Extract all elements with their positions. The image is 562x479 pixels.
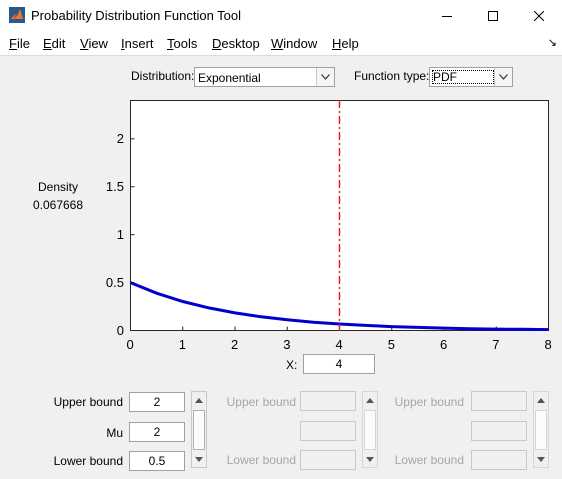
col1-upper-bound-input[interactable]: 2 (129, 392, 185, 412)
col3-slider (533, 391, 549, 468)
y-tick-label: 2 (116, 130, 124, 146)
y-tick-label: 1.5 (105, 178, 124, 194)
x-tick-label: 1 (178, 337, 186, 352)
x-label: X: (286, 358, 298, 372)
menu-file[interactable]: File (9, 36, 30, 51)
menu-edit[interactable]: Edit (43, 36, 65, 51)
maximize-icon (488, 10, 498, 21)
col1-lower-bound-label: Lower bound (53, 454, 123, 468)
col2-lower-bound-input (300, 450, 356, 470)
function-type-label: Function type: (354, 69, 430, 83)
col3-upper-bound-label: Upper bound (394, 395, 464, 409)
x-tick-label: 0 (126, 337, 134, 352)
menu-window[interactable]: Window (271, 36, 317, 51)
distribution-select[interactable]: Exponential (194, 67, 335, 87)
x-tick-label: 2 (231, 337, 239, 352)
window-title: Probability Distribution Function Tool (31, 8, 242, 23)
x-tick-label: 5 (387, 337, 395, 352)
slider-thumb (364, 410, 376, 450)
y-tick-label: 1 (116, 226, 124, 242)
distribution-value: Exponential (198, 71, 261, 85)
col3-upper-bound-input (471, 391, 527, 411)
col2-upper-bound-input (300, 391, 356, 411)
x-tick-label: 8 (544, 337, 552, 352)
dock-arrow-icon[interactable]: ↘ (548, 36, 557, 49)
function-type-select[interactable]: PDF (429, 67, 513, 87)
matlab-icon (9, 7, 25, 23)
menu-help[interactable]: Help (332, 36, 359, 51)
minimize-icon (442, 15, 452, 17)
y-tick-label: 0 (116, 322, 124, 338)
x-tick-label: 3 (283, 337, 291, 352)
slider-down-arrow-icon (534, 451, 548, 467)
slider-up-arrow-icon (534, 392, 548, 408)
col1-upper-bound-label: Upper bound (53, 395, 123, 409)
menu-view[interactable]: View (80, 36, 108, 51)
col3-lower-bound-label: Lower bound (394, 453, 464, 467)
title-bar: Probability Distribution Function Tool (0, 0, 562, 32)
col3-param-input (471, 421, 527, 441)
menu-tools[interactable]: Tools (167, 36, 197, 51)
menu-desktop[interactable]: Desktop (212, 36, 260, 51)
slider-thumb (535, 410, 547, 450)
density-value: 0.067668 (32, 198, 84, 212)
menu-insert[interactable]: Insert (121, 36, 154, 51)
col1-mu-label: Mu (106, 426, 123, 440)
close-icon (534, 10, 544, 21)
maximize-button[interactable] (470, 0, 516, 31)
chevron-down-icon (316, 68, 334, 86)
menu-bar: File Edit View Insert Tools Desktop Wind… (0, 31, 562, 56)
chevron-down-icon (494, 68, 512, 86)
minimize-button[interactable] (424, 0, 470, 31)
slider-thumb[interactable] (193, 410, 205, 450)
col2-upper-bound-label: Upper bound (226, 395, 296, 409)
col2-param-input (300, 421, 356, 441)
density-label: Density (37, 180, 78, 194)
x-tick-label: 6 (440, 337, 448, 352)
pdf-plot (130, 100, 549, 331)
col3-lower-bound-input (471, 450, 527, 470)
x-tick-label: 4 (335, 337, 343, 352)
function-type-value: PDF (431, 69, 495, 85)
close-button[interactable] (516, 0, 562, 31)
x-tick-label: 7 (492, 337, 500, 352)
col1-lower-bound-input[interactable]: 0.5 (129, 451, 185, 471)
y-tick-label: 0.5 (105, 274, 124, 290)
x-value-input[interactable]: 4 (303, 354, 375, 374)
distribution-label: Distribution: (131, 69, 195, 83)
col2-lower-bound-label: Lower bound (226, 453, 296, 467)
col1-mu-input[interactable]: 2 (129, 422, 185, 442)
